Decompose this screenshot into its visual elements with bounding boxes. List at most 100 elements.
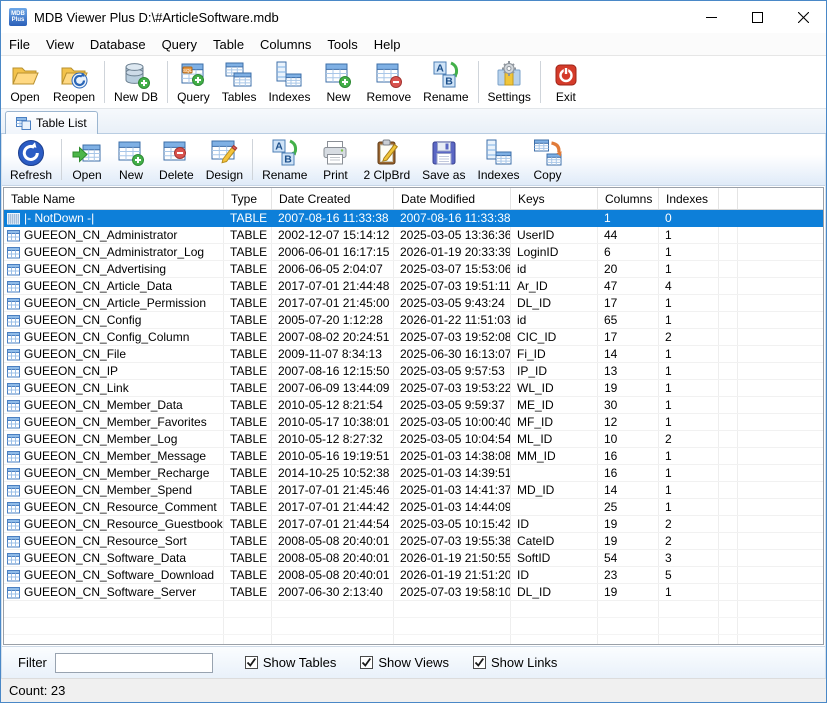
cell-date-modified: 2026-01-22 11:51:03 <box>394 312 511 328</box>
table-row[interactable]: GUEEON_CN_ConfigTABLE2005-07-20 1:12:282… <box>4 312 823 329</box>
column-header-date-modified[interactable]: Date Modified <box>394 188 511 209</box>
design-button[interactable]: Design <box>200 135 249 184</box>
table-row[interactable]: GUEEON_CN_Software_ServerTABLE2007-06-30… <box>4 584 823 601</box>
checkbox-box[interactable] <box>360 656 373 669</box>
table-row[interactable]: GUEEON_CN_Member_FavoritesTABLE2010-05-1… <box>4 414 823 431</box>
save-as-button[interactable]: Save as <box>416 135 471 184</box>
indexes-button[interactable]: Indexes <box>471 135 525 184</box>
refresh-button[interactable]: Refresh <box>4 135 58 184</box>
reopen-folder-icon <box>58 59 90 91</box>
table-row[interactable]: GUEEON_CN_LinkTABLE2007-06-09 13:44:0920… <box>4 380 823 397</box>
new-db-button[interactable]: New DB <box>108 57 164 107</box>
toolbar-button-label: Reopen <box>53 90 95 104</box>
menu-item-tools[interactable]: Tools <box>319 34 365 55</box>
print-button[interactable]: Print <box>313 135 357 184</box>
minimize-button[interactable] <box>688 1 734 33</box>
new-button[interactable]: New <box>109 135 153 184</box>
cell-type: TABLE <box>224 516 272 532</box>
table-row[interactable]: GUEEON_CN_Article_DataTABLE2017-07-01 21… <box>4 278 823 295</box>
exit-button[interactable]: Exit <box>544 57 588 107</box>
table-row[interactable]: GUEEON_CN_AdvertisingTABLE2006-06-05 2:0… <box>4 261 823 278</box>
menu-item-query[interactable]: Query <box>154 34 205 55</box>
column-header-table-name[interactable]: Table Name <box>4 188 224 209</box>
open-table-icon <box>71 137 103 169</box>
menu-item-database[interactable]: Database <box>82 34 154 55</box>
menu-item-table[interactable]: Table <box>205 34 252 55</box>
cell-date-created: 2010-05-12 8:27:32 <box>272 431 394 447</box>
table-row[interactable]: GUEEON_CN_Administrator_LogTABLE2006-06-… <box>4 244 823 261</box>
filter-input[interactable] <box>55 653 213 673</box>
remove-button[interactable]: Remove <box>360 57 417 107</box>
cell-spacer <box>719 431 738 447</box>
table-name: GUEEON_CN_Administrator <box>24 228 177 242</box>
cell-indexes: 1 <box>659 261 719 277</box>
table-row[interactable]: GUEEON_CN_IPTABLE2007-08-16 12:15:502025… <box>4 363 823 380</box>
delete-button[interactable]: Delete <box>153 135 200 184</box>
column-header-spacer <box>719 188 738 209</box>
open-button[interactable]: Open <box>65 135 109 184</box>
column-header-columns[interactable]: Columns <box>598 188 659 209</box>
copy-button[interactable]: Copy <box>526 135 570 184</box>
menu-item-help[interactable]: Help <box>366 34 409 55</box>
close-button[interactable] <box>780 1 826 33</box>
table-row[interactable]: GUEEON_CN_Member_RechargeTABLE2014-10-25… <box>4 465 823 482</box>
checkbox-show-links[interactable]: Show Links <box>473 655 557 670</box>
cell-indexes: 1 <box>659 244 719 260</box>
column-header-date-created[interactable]: Date Created <box>272 188 394 209</box>
rename-button[interactable]: AB Rename <box>256 135 313 184</box>
cell-date-modified: 2025-07-03 19:58:10 <box>394 584 511 600</box>
checkbox-show-tables[interactable]: Show Tables <box>245 655 336 670</box>
cell-filler <box>738 346 823 362</box>
table-row[interactable]: GUEEON_CN_FileTABLE2009-11-07 8:34:13202… <box>4 346 823 363</box>
rename-button[interactable]: AB Rename <box>417 57 474 107</box>
table-row[interactable]: GUEEON_CN_AdministratorTABLE2002-12-07 1… <box>4 227 823 244</box>
cell-type: TABLE <box>224 482 272 498</box>
table-row[interactable]: GUEEON_CN_Resource_CommentTABLE2017-07-0… <box>4 499 823 516</box>
table-row[interactable]: GUEEON_CN_Resource_GuestbookTABLE2017-07… <box>4 516 823 533</box>
table-name: GUEEON_CN_Resource_Comment <box>24 500 217 514</box>
settings-button[interactable]: Settings <box>482 57 537 107</box>
table-row[interactable]: GUEEON_CN_Member_MessageTABLE2010-05-16 … <box>4 448 823 465</box>
table-row[interactable]: GUEEON_CN_Software_DataTABLE2008-05-08 2… <box>4 550 823 567</box>
checkbox-box[interactable] <box>245 656 258 669</box>
cell-type: TABLE <box>224 227 272 243</box>
cell-type: TABLE <box>224 329 272 345</box>
2-clpbrd-button[interactable]: 2 ClpBrd <box>357 135 416 184</box>
cell-date-created: 2008-05-08 20:40:01 <box>272 533 394 549</box>
menu-item-view[interactable]: View <box>38 34 82 55</box>
open-button[interactable]: Open <box>3 57 47 107</box>
table-row[interactable]: GUEEON_CN_Member_DataTABLE2010-05-12 8:2… <box>4 397 823 414</box>
tab-strip: Table List <box>1 109 826 134</box>
table-row[interactable]: GUEEON_CN_Config_ColumnTABLE2007-08-02 2… <box>4 329 823 346</box>
tables-button[interactable]: Tables <box>216 57 263 107</box>
tab-table-list[interactable]: Table List <box>5 111 98 134</box>
row-table-icon <box>7 501 20 514</box>
table-row[interactable]: |- NotDown -|TABLE2007-08-16 11:33:38200… <box>4 210 823 227</box>
cell-filler <box>738 482 823 498</box>
table-row[interactable]: GUEEON_CN_Article_PermissionTABLE2017-07… <box>4 295 823 312</box>
new-button[interactable]: New <box>316 57 360 107</box>
maximize-button[interactable] <box>734 1 780 33</box>
toolbar-button-label: Save as <box>422 168 465 182</box>
indexes-button[interactable]: Indexes <box>262 57 316 107</box>
cell-filler <box>738 278 823 294</box>
cell-table-name: GUEEON_CN_Member_Data <box>4 397 224 413</box>
column-header-type[interactable]: Type <box>224 188 272 209</box>
table-row[interactable]: GUEEON_CN_Software_DownloadTABLE2008-05-… <box>4 567 823 584</box>
cell-spacer <box>719 482 738 498</box>
cell-columns: 6 <box>598 244 659 260</box>
table-row[interactable]: GUEEON_CN_Resource_SortTABLE2008-05-08 2… <box>4 533 823 550</box>
menu-item-columns[interactable]: Columns <box>252 34 319 55</box>
checkbox-box[interactable] <box>473 656 486 669</box>
column-header-indexes[interactable]: Indexes <box>659 188 719 209</box>
query-button[interactable]: SQL Query <box>171 57 216 107</box>
row-table-icon <box>7 280 20 293</box>
menu-item-file[interactable]: File <box>1 34 38 55</box>
cell-date-created: 2006-06-05 2:04:07 <box>272 261 394 277</box>
cell-columns: 19 <box>598 584 659 600</box>
column-header-keys[interactable]: Keys <box>511 188 598 209</box>
reopen-button[interactable]: Reopen <box>47 57 101 107</box>
table-row[interactable]: GUEEON_CN_Member_SpendTABLE2017-07-01 21… <box>4 482 823 499</box>
table-row[interactable]: GUEEON_CN_Member_LogTABLE2010-05-12 8:27… <box>4 431 823 448</box>
checkbox-show-views[interactable]: Show Views <box>360 655 449 670</box>
